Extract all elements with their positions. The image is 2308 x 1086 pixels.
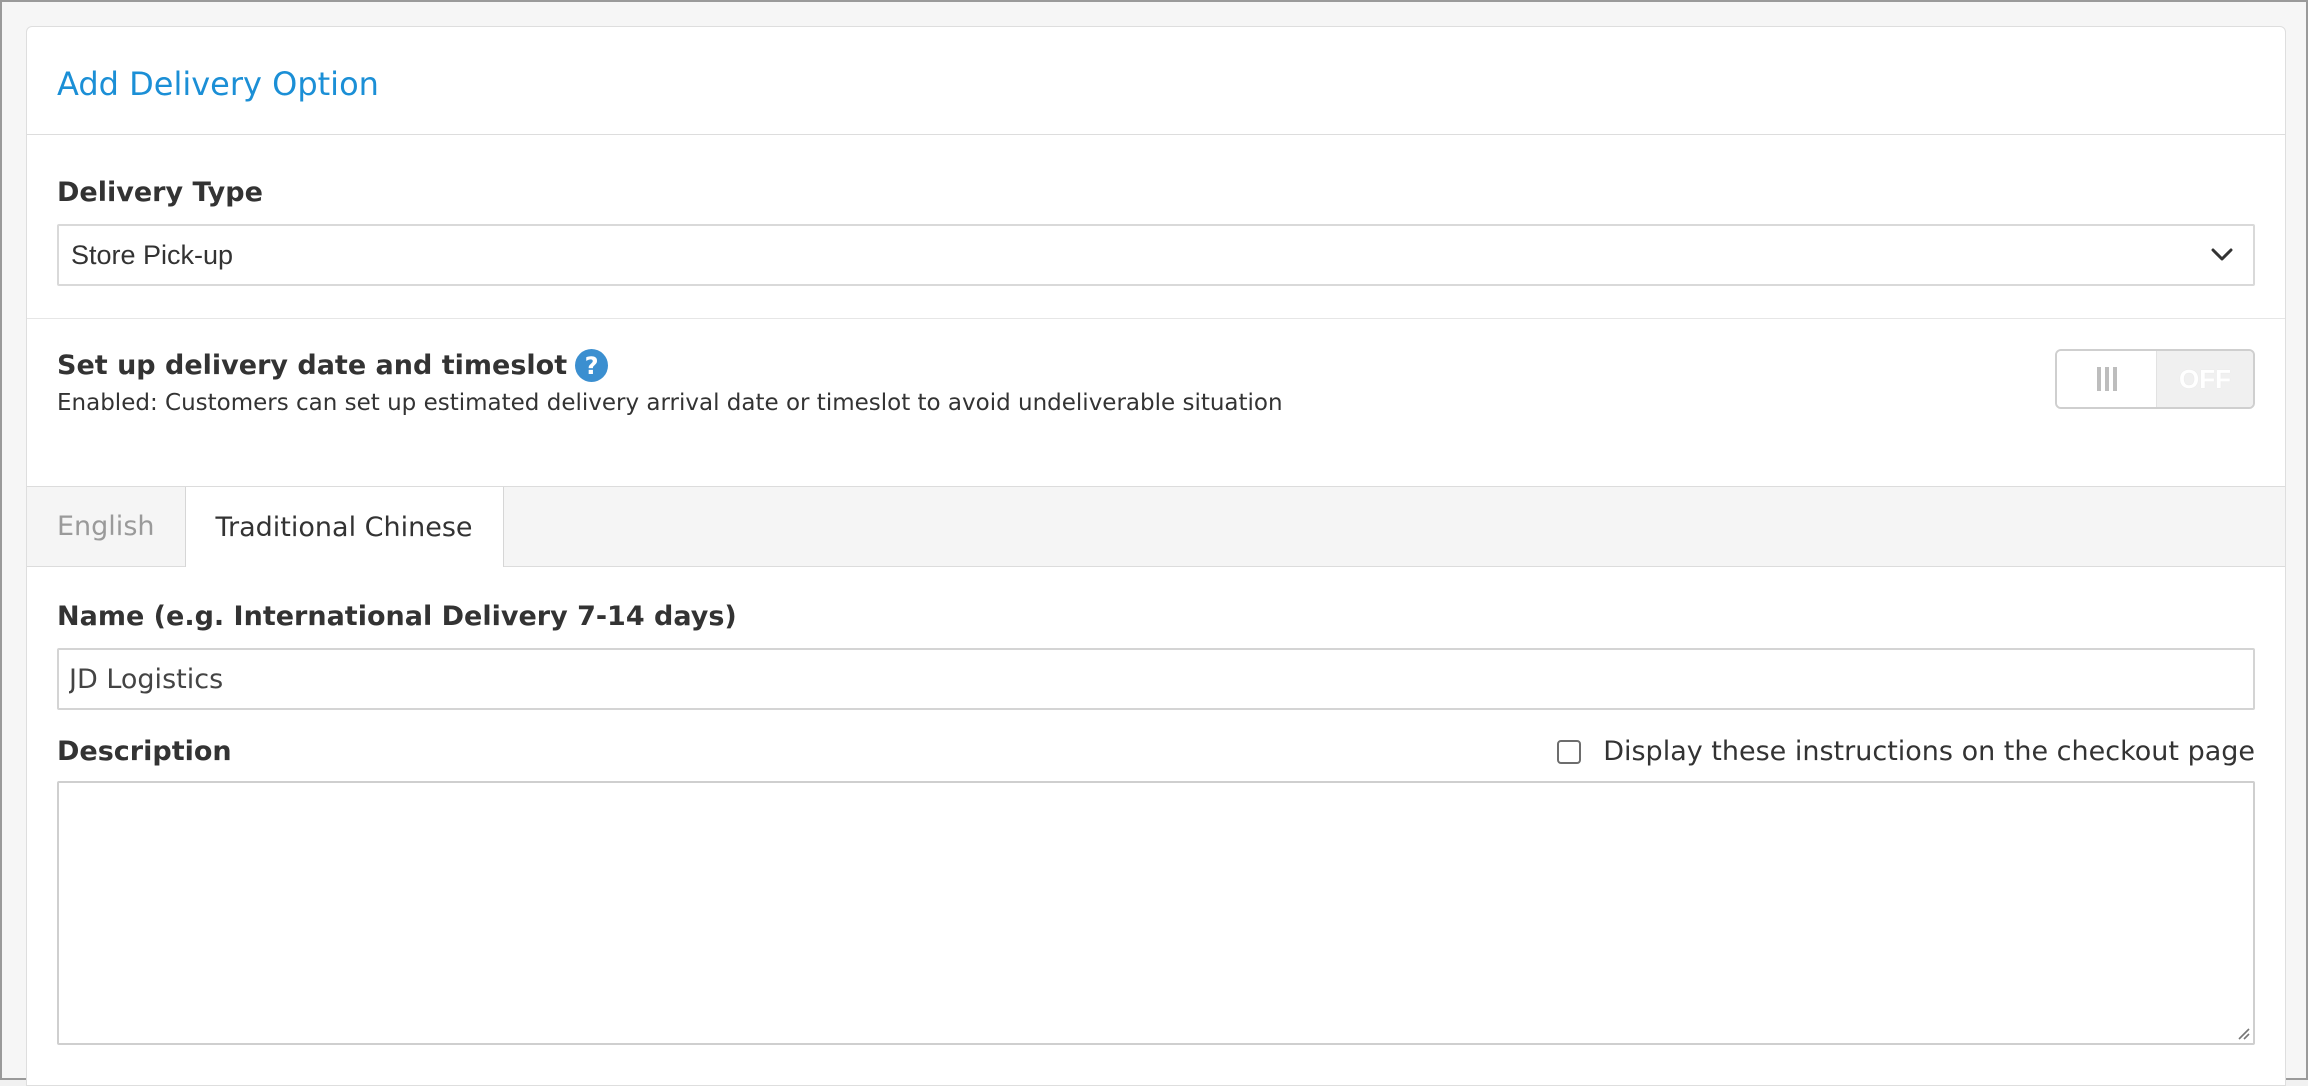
toggle-state-label: OFF: [2157, 351, 2253, 407]
checkbox-label: Display these instructions on the checko…: [1603, 736, 2255, 767]
window-frame: Add Delivery Option Delivery Type Store …: [0, 0, 2308, 1086]
description-label: Description: [57, 736, 232, 767]
delivery-type-selected-value: Store Pick-up: [71, 239, 234, 270]
name-input[interactable]: [57, 648, 2255, 710]
description-textarea[interactable]: [57, 781, 2255, 1045]
add-delivery-option-panel: Add Delivery Option Delivery Type Store …: [26, 26, 2286, 1086]
help-icon[interactable]: ?: [575, 349, 609, 382]
name-label: Name (e.g. International Delivery 7-14 d…: [57, 601, 737, 632]
timeslot-toggle[interactable]: OFF: [2055, 349, 2255, 409]
tab-english[interactable]: English: [27, 487, 185, 566]
display-instructions-checkbox[interactable]: Display these instructions on the checko…: [1557, 736, 2255, 767]
grip-icon: [2096, 367, 2117, 391]
timeslot-description: Enabled: Customers can set up estimated …: [57, 390, 1283, 416]
description-header-row: Description Display these instructions o…: [57, 736, 2255, 767]
timeslot-title: Set up delivery date and timeslot: [57, 350, 568, 381]
panel-title: Add Delivery Option: [57, 64, 379, 103]
checkbox-icon[interactable]: [1557, 739, 1582, 764]
delivery-type-label: Delivery Type: [57, 177, 263, 208]
tab-traditional-chinese[interactable]: Traditional Chinese: [184, 487, 504, 567]
toggle-handle[interactable]: [2057, 351, 2157, 407]
timeslot-title-row: Set up delivery date and timeslot ?: [57, 349, 2255, 382]
resize-handle-icon[interactable]: [2233, 1023, 2251, 1041]
tab-content: Name (e.g. International Delivery 7-14 d…: [27, 567, 2285, 1045]
timeslot-section: Set up delivery date and timeslot ? Enab…: [27, 319, 2285, 487]
delivery-type-select[interactable]: Store Pick-up: [57, 224, 2255, 286]
panel-header: Add Delivery Option: [27, 27, 2285, 135]
chevron-down-icon: [2205, 238, 2239, 272]
delivery-type-section: Delivery Type Store Pick-up: [27, 135, 2285, 319]
language-tabs: English Traditional Chinese: [27, 487, 2285, 567]
